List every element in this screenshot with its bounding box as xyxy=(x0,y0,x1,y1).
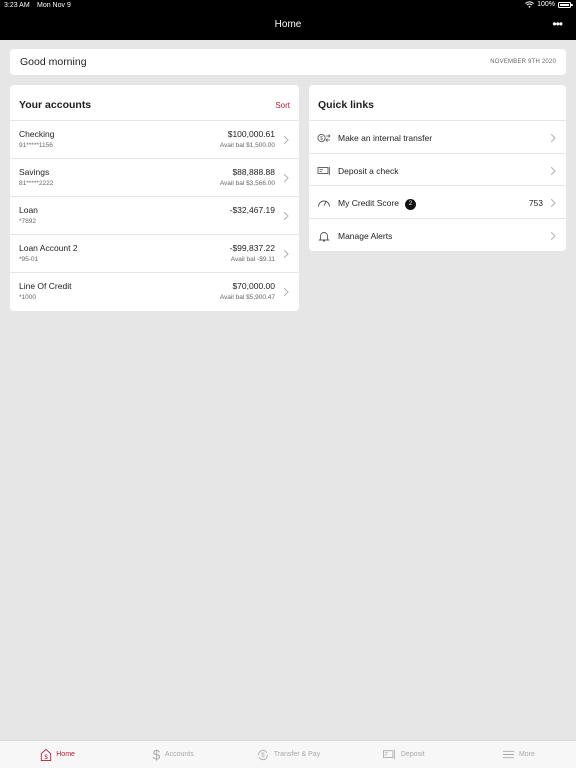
account-number: 91*****1156 xyxy=(19,142,53,149)
account-balance: $88,888.88 xyxy=(232,167,275,177)
bell-icon xyxy=(317,229,331,241)
sort-button[interactable]: Sort xyxy=(275,101,290,110)
transfer-icon: $ xyxy=(317,131,331,143)
account-number: 81*****2222 xyxy=(19,180,54,187)
account-available-balance: Avail bal -$9.11 xyxy=(230,256,275,263)
quick-link-text: Deposit a check xyxy=(338,165,399,176)
account-row[interactable]: Savings 81*****2222 $88,888.88 Avail bal $3… xyxy=(10,159,299,197)
quick-link-text: Make an internal transfer xyxy=(338,133,433,143)
battery-percent: 100% xyxy=(537,1,555,8)
tab-more[interactable]: More xyxy=(461,741,576,768)
account-name: Line Of Credit xyxy=(19,281,72,291)
account-balance: -$32,467.19 xyxy=(229,205,275,215)
account-balance: $70,000.00 xyxy=(232,281,275,291)
tab-accounts[interactable]: $ Accounts xyxy=(115,741,230,768)
tab-label: Accounts xyxy=(164,751,194,758)
account-number: *1000 xyxy=(19,294,36,301)
account-available-balance: Avail bal $3,566.00 xyxy=(219,180,275,187)
account-name: Loan xyxy=(19,205,38,215)
account-name: Savings xyxy=(19,167,50,177)
greeting-card: Good morning NOVEMBER 9TH 2020 xyxy=(10,49,566,75)
status-right: 100% xyxy=(525,1,573,8)
chevron-right-icon xyxy=(548,229,558,241)
account-name: Loan Account 2 xyxy=(19,243,78,253)
gauge-icon xyxy=(317,196,331,208)
deposit-icon xyxy=(382,749,397,761)
tab-label: Home xyxy=(56,751,75,758)
tab-label: Transfer & Pay xyxy=(273,751,321,758)
dollar-icon: $ xyxy=(152,747,161,762)
tab-home[interactable]: $ Home xyxy=(0,741,115,768)
chevron-right-icon xyxy=(281,171,291,183)
status-date: Mon Nov 9 xyxy=(37,2,71,9)
accounts-list: Checking 91*****1156 $100,000.61 Avail bal … xyxy=(10,121,299,311)
check-icon xyxy=(317,164,331,176)
account-row[interactable]: Checking 91*****1156 $100,000.61 Avail bal … xyxy=(10,121,299,159)
battery-icon xyxy=(558,1,573,8)
chevron-right-icon xyxy=(548,164,558,176)
tab-label: More xyxy=(518,751,535,758)
home-icon: $ xyxy=(40,748,52,762)
chevron-right-icon xyxy=(548,131,558,143)
quick-link-row[interactable]: My Credit Score 2 753 xyxy=(309,186,566,219)
greeting-date: NOVEMBER 9TH 2020 xyxy=(490,59,556,65)
more-options-icon[interactable]: ••• xyxy=(552,17,563,31)
credit-score-value: 753 xyxy=(528,198,543,208)
tab-label: Deposit xyxy=(400,751,425,758)
tab-transfer-pay[interactable]: $ Transfer & Pay xyxy=(230,741,345,768)
account-available-balance: Avail bal $5,900.47 xyxy=(219,294,275,301)
transfer-pay-icon: $ xyxy=(256,748,270,762)
account-number: *95-01 xyxy=(19,256,39,263)
accounts-title: Your accounts xyxy=(19,99,92,111)
accounts-card: Your accounts Sort Checking 91*****1156 $1… xyxy=(10,85,299,311)
quick-link-row[interactable]: $ Make an internal transfer xyxy=(309,121,566,154)
chevron-right-icon xyxy=(281,285,291,297)
account-row[interactable]: Loan *7892 -$32,467.19 xyxy=(10,197,299,235)
account-row[interactable]: Line Of Credit *1000 $70,000.00 Avail bal $… xyxy=(10,273,299,311)
account-balance: $100,000.61 xyxy=(227,129,275,139)
svg-text:$: $ xyxy=(261,752,265,759)
wifi-icon xyxy=(525,1,534,8)
quick-links-list: $ Make an internal transfer Deposit a chec… xyxy=(309,121,566,251)
quick-link-label: Deposit a check xyxy=(338,166,398,176)
account-row[interactable]: Loan Account 2 *95-01 -$99,837.22 Avail bal… xyxy=(10,235,299,273)
svg-text:$: $ xyxy=(320,136,323,142)
quick-link-label: My Credit Score 2 xyxy=(338,198,416,210)
tab-deposit[interactable]: Deposit xyxy=(346,741,461,768)
account-balance: -$99,837.22 xyxy=(229,243,275,253)
quick-link-row[interactable]: Manage Alerts xyxy=(309,219,566,252)
notification-badge: 2 xyxy=(404,199,416,210)
quick-link-text: Manage Alerts xyxy=(338,230,393,241)
chevron-right-icon xyxy=(281,133,291,145)
quick-links-header: Quick links xyxy=(309,85,566,121)
chevron-right-icon xyxy=(281,247,291,259)
quick-link-label: Make an internal transfer xyxy=(338,133,432,143)
menu-icon xyxy=(502,749,515,760)
page-title: Home xyxy=(274,19,302,30)
status-bar: 3:23 AM Mon Nov 9 100% xyxy=(0,0,576,12)
greeting-text: Good morning xyxy=(20,56,87,68)
quick-links-card: Quick links $ Make an internal transfer De… xyxy=(309,85,566,251)
quick-link-label: Manage Alerts xyxy=(338,231,392,241)
account-number: *7892 xyxy=(19,218,36,225)
svg-text:$: $ xyxy=(153,747,161,762)
svg-text:$: $ xyxy=(45,754,49,760)
status-time: 3:23 AM xyxy=(4,2,30,9)
account-name: Checking xyxy=(19,129,55,139)
tab-bar: $ Home $ Accounts $ Transfer & Pay Deposit More xyxy=(0,740,576,768)
chevron-right-icon xyxy=(281,209,291,221)
quick-link-text: My Credit Score xyxy=(338,198,399,208)
accounts-header: Your accounts Sort xyxy=(10,85,299,121)
quick-links-title: Quick links xyxy=(318,99,375,111)
top-bar: 3:23 AM Mon Nov 9 100% Home ••• xyxy=(0,0,576,40)
account-available-balance: Avail bal $1,500.00 xyxy=(219,142,275,149)
chevron-right-icon xyxy=(548,196,558,208)
quick-link-row[interactable]: Deposit a check xyxy=(309,154,566,186)
